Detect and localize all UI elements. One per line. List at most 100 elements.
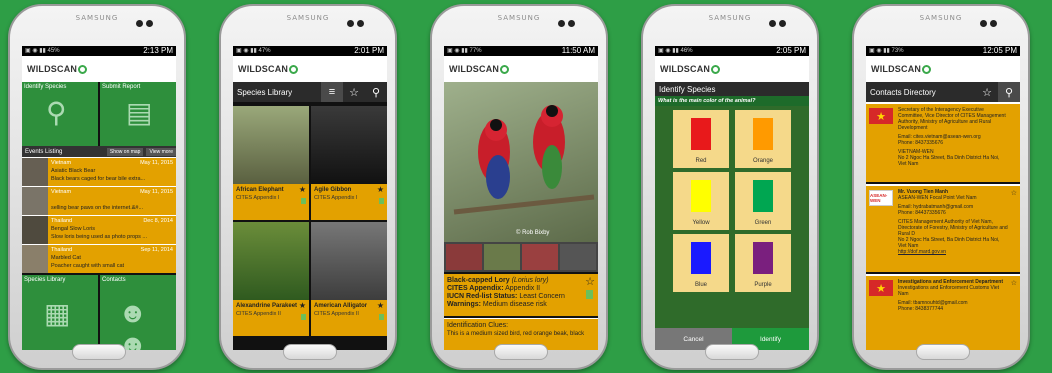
event-thumbnail (22, 187, 48, 215)
species-photo (233, 222, 309, 300)
identify-toolbar: Identify Species (655, 82, 809, 96)
app-header: WILDSCAN (866, 56, 1020, 82)
color-option-blue[interactable]: Blue (673, 234, 729, 292)
wildscan-logo: WILDSCAN (449, 64, 510, 75)
star-icon[interactable]: ☆ (1011, 279, 1017, 287)
color-sample (753, 180, 773, 212)
star-icon[interactable]: ★ (299, 185, 306, 194)
color-grid: Red Orange Yellow Green Blue Purple (655, 106, 809, 328)
status-bar: ▣ ◉ ▮▮ 45% 2:13 PM (22, 46, 176, 56)
color-option-yellow[interactable]: Yellow (673, 172, 729, 230)
book-icon: ▦ (44, 298, 71, 329)
phone-contacts: SAMSUNG ▣ ◉ ▮▮ 73% 12:05 PM WILDSCAN Con… (852, 4, 1030, 370)
list-item[interactable]: Vietnam May 11, 2015 selling bear paws o… (22, 186, 176, 215)
home-button[interactable] (705, 344, 759, 360)
phone-home: SAMSUNG ▣ ◉ ▮▮ 45% 2:13 PM WILDSCAN Iden… (8, 4, 186, 370)
doc-icon (379, 198, 384, 204)
event-title: Asiatic Black Bear (51, 168, 96, 174)
question-text: What is the main color of the animal? (655, 96, 809, 106)
event-title: Bengal Slow Loris (51, 226, 96, 232)
home-button[interactable] (916, 344, 970, 360)
magnifier-icon: ⚲ (46, 97, 67, 128)
clues-title: Identification Clues: (447, 322, 509, 329)
star-icon[interactable]: ★ (377, 185, 384, 194)
logo-ring-icon (500, 65, 510, 75)
home-button[interactable] (494, 344, 548, 360)
star-icon[interactable]: ☆ (1011, 189, 1017, 197)
thumbnail[interactable] (522, 244, 558, 270)
contact-card[interactable]: ASEAN-WEN Mr. Vuong Tien Manh ASEAN-WEN … (866, 184, 1020, 272)
view-more-button[interactable]: View more (146, 147, 176, 156)
thumbnail[interactable] (484, 244, 520, 270)
contact-extra: CITES Management Authority of Viet Nam, … (898, 219, 1008, 237)
device-brand: SAMSUNG (286, 14, 330, 22)
sensor (146, 20, 153, 27)
show-on-map-button[interactable]: Show on map (106, 147, 144, 156)
sensor (990, 20, 997, 27)
species-card[interactable]: Alexandrine Parakeet CITES Appendix II ★ (233, 222, 309, 336)
contact-card[interactable]: ★ Investigations and Enforcement Departm… (866, 274, 1020, 350)
list-item[interactable]: Thailand Dec 8, 2014 Bengal Slow Loris S… (22, 215, 176, 244)
identify-species-tile[interactable]: Identify Species ⚲ (22, 82, 98, 146)
species-photo (233, 106, 309, 184)
status-time: 2:13 PM (143, 46, 173, 55)
star-icon[interactable]: ★ (377, 301, 384, 310)
home-button[interactable] (283, 344, 337, 360)
logo-ring-icon (922, 65, 932, 75)
color-option-orange[interactable]: Orange (735, 110, 791, 168)
search-icon[interactable]: ⚲ (998, 82, 1020, 102)
screen-library: ▣ ◉ ▮▮ 47% 2:01 PM WILDSCAN Species Libr… (233, 46, 387, 350)
phone-library: SAMSUNG ▣ ◉ ▮▮ 47% 2:01 PM WILDSCAN Spec… (219, 4, 397, 370)
species-name: American Alligator (314, 303, 368, 309)
star-icon[interactable]: ☆ (976, 82, 998, 102)
color-option-green[interactable]: Green (735, 172, 791, 230)
submit-report-tile[interactable]: Submit Report ▤ (100, 82, 176, 146)
thumbnail[interactable] (446, 244, 482, 270)
star-icon[interactable]: ☆ (585, 275, 595, 288)
status-icons: ▣ ◉ ▮▮ 73% (869, 48, 904, 54)
species-library-tile[interactable]: Species Library ▦ (22, 275, 98, 350)
species-card[interactable]: Agile Gibbon CITES Appendix I ★ (311, 106, 387, 220)
star-icon[interactable]: ★ (299, 301, 306, 310)
home-button[interactable] (72, 344, 126, 360)
thumbnail[interactable] (560, 244, 596, 270)
contact-card[interactable]: ★ Secretary of the Interagency Executive… (866, 102, 1020, 182)
lory-birds-illustration (453, 105, 595, 215)
doc-icon (301, 314, 306, 320)
warnings-label: Warnings: (447, 301, 481, 308)
species-name: Black-capped Lory (447, 277, 510, 284)
species-card[interactable]: American Alligator CITES Appendix II ★ (311, 222, 387, 336)
photo-credit: © Rob Bixby (516, 230, 550, 236)
contact-org: ASEAN-WEN Focal Point Viet Nam (898, 195, 977, 201)
contact-link[interactable]: http://dof.mard.gov.vn (898, 249, 1008, 255)
contacts-tile[interactable]: Contacts ☻☻ (100, 275, 176, 350)
tile-label: Submit Report (102, 84, 141, 90)
color-option-red[interactable]: Red (673, 110, 729, 168)
star-icon[interactable]: ☆ (343, 82, 365, 102)
wildscan-logo: WILDSCAN (871, 64, 932, 75)
doc-icon[interactable] (586, 290, 593, 299)
screen-identify: ▣ ◉ ▮▮ 46% 2:05 PM WILDSCAN Identify Spe… (655, 46, 809, 350)
phone-identify: SAMSUNG ▣ ◉ ▮▮ 46% 2:05 PM WILDSCAN Iden… (641, 4, 819, 370)
list-item[interactable]: Thailand Sep 11, 2014 Marbled Cat Poache… (22, 244, 176, 273)
status-time: 12:05 PM (982, 46, 1017, 55)
library-toolbar: Species Library ≡ ☆ ⚲ (233, 82, 387, 102)
color-sample (691, 242, 711, 274)
list-item[interactable]: Vietnam May 11, 2015 Asiatic Black Bear … (22, 157, 176, 186)
contact-text: Mr. Vuong Tien Manh ASEAN-WEN Focal Poin… (898, 189, 1008, 255)
species-card[interactable]: African Elephant CITES Appendix I ★ (233, 106, 309, 220)
status-bar: ▣ ◉ ▮▮ 77% 11:50 AM (444, 46, 598, 56)
search-icon[interactable]: ⚲ (365, 82, 387, 102)
contact-address: No 2 Ngoc Ha Street, Ba Dinh District Ha… (898, 155, 1000, 167)
list-icon[interactable]: ≡ (321, 82, 343, 102)
tile-label: Contacts (102, 277, 126, 283)
tile-label: Species Library (24, 277, 66, 283)
event-location: Thailand (51, 218, 73, 224)
thumbnail-strip (444, 242, 598, 272)
color-option-purple[interactable]: Purple (735, 234, 791, 292)
device-brand: SAMSUNG (919, 14, 963, 22)
page-title: Species Library (237, 87, 293, 97)
status-bar: ▣ ◉ ▮▮ 73% 12:05 PM (866, 46, 1020, 56)
events-title: Events Listing (25, 148, 63, 155)
status-bar: ▣ ◉ ▮▮ 47% 2:01 PM (233, 46, 387, 56)
